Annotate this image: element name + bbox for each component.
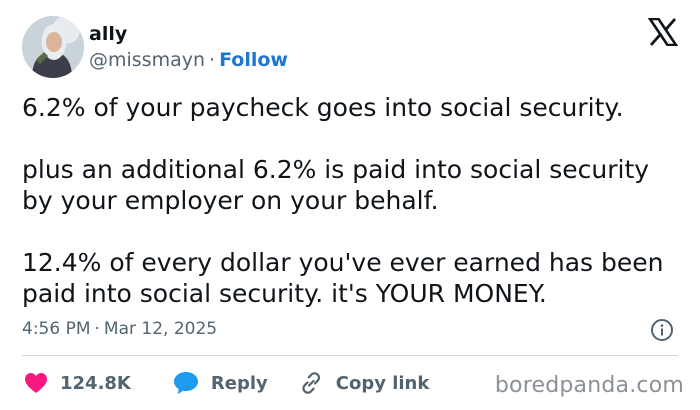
- handle-separator: ·: [209, 49, 216, 71]
- watermark: boredpanda.com: [494, 373, 684, 398]
- speech-bubble-icon: [173, 372, 198, 394]
- heart-icon: [25, 373, 47, 393]
- avatar[interactable]: [22, 16, 84, 78]
- tweet-date: Mar 12, 2025: [103, 319, 218, 339]
- tweet-text: 6.2% of your paycheck goes into social s…: [22, 92, 682, 309]
- timestamp-separator: ·: [94, 319, 100, 339]
- author-handle[interactable]: @missmayn: [89, 49, 205, 71]
- x-logo-icon[interactable]: [648, 18, 678, 46]
- author-name[interactable]: ally: [89, 22, 127, 46]
- handle-row: @missmayn · Follow: [89, 48, 288, 72]
- tweet-paragraph: plus an additional 6.2% is paid into soc…: [22, 155, 650, 215]
- copy-link-button[interactable]: Copy link: [298, 371, 430, 395]
- action-bar: 124.8K Reply Copy link: [24, 369, 429, 397]
- follow-button[interactable]: Follow: [219, 49, 288, 71]
- divider: [22, 355, 678, 356]
- reply-label: Reply: [210, 372, 268, 394]
- like-button[interactable]: 124.8K: [24, 372, 131, 394]
- info-icon[interactable]: [650, 318, 674, 342]
- link-icon: [302, 372, 320, 394]
- copy-link-label: Copy link: [335, 372, 430, 394]
- likes-count: 124.8K: [60, 372, 131, 394]
- tweet-paragraph: 6.2% of your paycheck goes into social s…: [22, 93, 624, 122]
- tweet-time: 4:56 PM: [22, 319, 91, 339]
- avatar-image: [22, 16, 84, 78]
- tweet-timestamp[interactable]: 4:56 PM · Mar 12, 2025: [22, 318, 217, 340]
- tweet-paragraph: 12.4% of every dollar you've ever earned…: [22, 248, 664, 308]
- reply-button[interactable]: Reply: [173, 371, 268, 395]
